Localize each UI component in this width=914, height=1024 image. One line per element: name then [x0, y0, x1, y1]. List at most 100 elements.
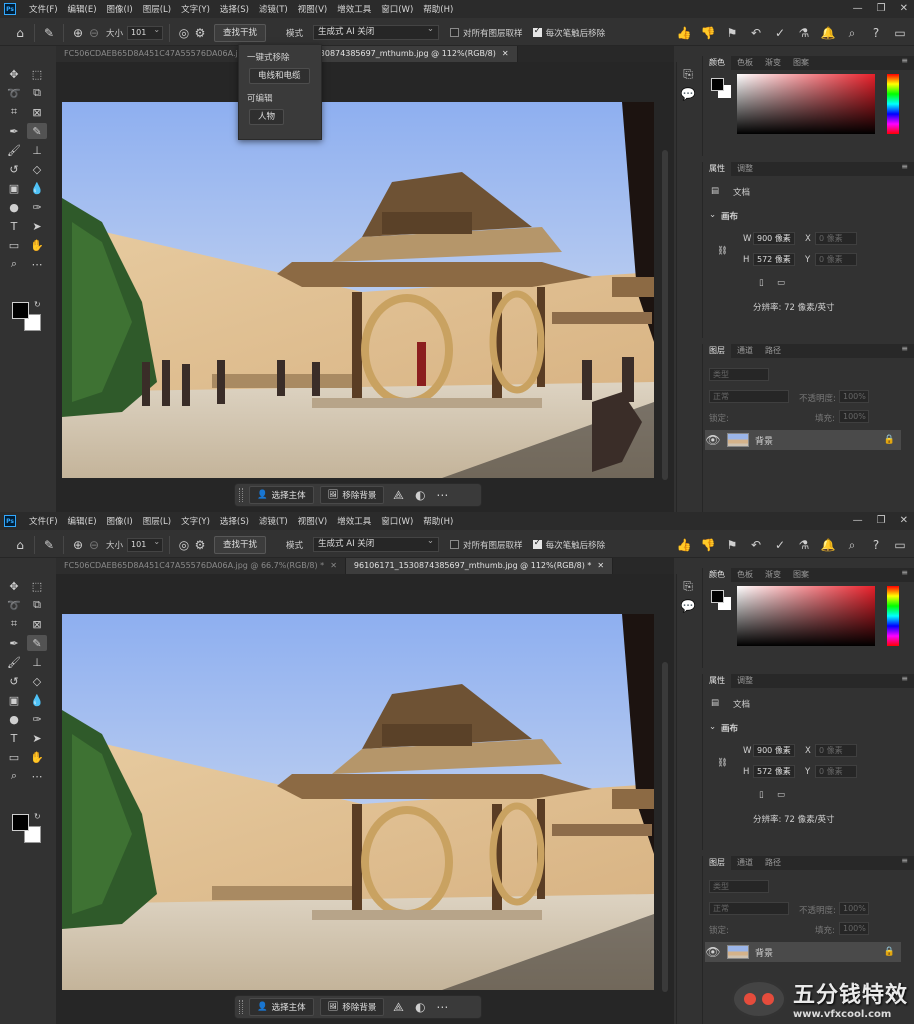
- x-field[interactable]: 0 像素: [815, 744, 857, 757]
- gradient-tool-icon[interactable]: ▣: [4, 180, 24, 196]
- width-field[interactable]: 900 像素: [753, 232, 795, 245]
- tab-layers[interactable]: 图层: [703, 344, 731, 358]
- tab-close-icon[interactable]: ✕: [597, 561, 604, 570]
- tab-adjustments[interactable]: 调整: [731, 674, 759, 688]
- tab-patterns[interactable]: 图案: [787, 568, 815, 582]
- color-picker-field[interactable]: [737, 586, 875, 646]
- find-distractions-button[interactable]: 查找干扰: [214, 535, 267, 554]
- tab-document-1[interactable]: FC506CDAEB65D8A451C47A55576DA06A.jpg: [56, 46, 257, 62]
- hue-slider[interactable]: [887, 74, 899, 134]
- menu-view[interactable]: 视图(V): [293, 515, 332, 527]
- brush-tool-icon[interactable]: 🖌: [4, 654, 24, 670]
- menu-layer[interactable]: 图层(L): [138, 3, 176, 15]
- fg-color-mini[interactable]: [711, 590, 724, 603]
- vertical-scrollbar[interactable]: [662, 150, 668, 480]
- lasso-tool-icon[interactable]: ➰: [4, 597, 24, 613]
- bell-icon[interactable]: 🔔: [820, 25, 836, 41]
- workspace-icon[interactable]: ▭: [892, 537, 908, 553]
- checkbox-box[interactable]: [450, 28, 460, 37]
- stamp-tool-icon[interactable]: ⊥: [27, 142, 47, 158]
- help-icon[interactable]: ?: [868, 25, 884, 41]
- flag-icon[interactable]: ⚑: [724, 537, 740, 553]
- tab-adjustments[interactable]: 调整: [731, 162, 759, 176]
- opacity-field[interactable]: 100%: [839, 902, 869, 915]
- object-select-tool-icon[interactable]: ⧉: [27, 597, 47, 613]
- settings-gear-icon[interactable]: ⚙: [192, 25, 208, 41]
- tab-channels[interactable]: 通道: [731, 856, 759, 870]
- search-icon[interactable]: ⌕: [844, 537, 860, 553]
- y-field[interactable]: 0 像素: [815, 765, 857, 778]
- menu-edit[interactable]: 编辑(E): [63, 515, 102, 527]
- fill-field[interactable]: 100%: [839, 410, 869, 423]
- menu-type[interactable]: 文字(Y): [176, 515, 215, 527]
- layer-row-background[interactable]: 👁 背景 🔒: [705, 430, 901, 450]
- comments-icon[interactable]: 💬: [680, 86, 696, 102]
- size-input[interactable]: 101: [127, 536, 164, 552]
- vertical-scrollbar[interactable]: [662, 662, 668, 992]
- path-select-tool-icon[interactable]: ➤: [27, 730, 47, 746]
- shape-tool-icon[interactable]: ▭: [4, 237, 24, 253]
- flask-icon[interactable]: ⚗: [796, 537, 812, 553]
- tab-gradients[interactable]: 渐变: [759, 56, 787, 70]
- swap-colors-icon[interactable]: ↻: [34, 300, 41, 309]
- panel-menu-icon[interactable]: ≡: [901, 344, 908, 353]
- adjust-icon[interactable]: ◐: [412, 487, 428, 503]
- history-icon[interactable]: ⎘: [680, 66, 696, 82]
- canvas-chevron-icon[interactable]: ⌄: [709, 722, 716, 732]
- menu-select[interactable]: 选择(S): [215, 515, 254, 527]
- object-select-tool-icon[interactable]: ⧉: [27, 85, 47, 101]
- marquee-tool-icon[interactable]: ⬚: [27, 66, 47, 82]
- fill-field[interactable]: 100%: [839, 922, 869, 935]
- width-field[interactable]: 900 像素: [753, 744, 795, 757]
- photoshop-logo-icon[interactable]: Ps: [4, 515, 16, 527]
- pressure-icon[interactable]: ◎: [176, 25, 192, 41]
- visibility-eye-icon[interactable]: 👁: [705, 432, 721, 448]
- tab-swatches[interactable]: 色板: [731, 56, 759, 70]
- brush-tool-icon[interactable]: 🖌: [4, 142, 24, 158]
- transform-icon[interactable]: ⟁: [390, 999, 406, 1015]
- menu-filter[interactable]: 滤镜(T): [254, 3, 293, 15]
- landscape-orientation-icon[interactable]: ▭: [777, 278, 785, 288]
- commit-check-icon[interactable]: ✓: [772, 537, 788, 553]
- gradient-tool-icon[interactable]: ▣: [4, 692, 24, 708]
- transform-icon[interactable]: ⟁: [390, 487, 406, 503]
- remove-after-stroke-checkbox[interactable]: 每次笔触后移除: [532, 26, 605, 39]
- menu-plugins[interactable]: 增效工具: [332, 515, 376, 527]
- x-field[interactable]: 0 像素: [815, 232, 857, 245]
- panel-menu-icon[interactable]: ≡: [901, 856, 908, 865]
- tab-patterns[interactable]: 图案: [787, 56, 815, 70]
- panel-menu-icon[interactable]: ≡: [901, 568, 908, 577]
- eyedropper-tool-icon[interactable]: ✒: [4, 123, 24, 139]
- stamp-tool-icon[interactable]: ⊥: [27, 654, 47, 670]
- zoom-tool-icon[interactable]: ⌕: [4, 256, 24, 272]
- people-option[interactable]: 人物: [249, 109, 285, 125]
- hand-tool-icon[interactable]: ✋: [27, 237, 47, 253]
- comments-icon[interactable]: 💬: [680, 598, 696, 614]
- menu-view[interactable]: 视图(V): [293, 3, 332, 15]
- canvas-chevron-icon[interactable]: ⌄: [709, 210, 716, 220]
- find-distractions-button[interactable]: 查找干扰: [214, 23, 267, 42]
- home-icon[interactable]: ⌂: [12, 25, 28, 41]
- link-icon[interactable]: ⛓: [717, 758, 728, 768]
- blur-tool-icon[interactable]: 💧: [27, 180, 47, 196]
- remove-tool-icon[interactable]: ✎: [41, 25, 57, 41]
- dodge-tool-icon[interactable]: ●: [4, 199, 24, 215]
- tab-properties[interactable]: 属性: [703, 162, 731, 176]
- layer-kind-filter[interactable]: 类型: [709, 368, 769, 381]
- foreground-color-swatch[interactable]: [12, 302, 29, 319]
- select-subject-button[interactable]: 👤 选择主体: [249, 998, 314, 1016]
- menu-window[interactable]: 窗口(W): [376, 3, 418, 15]
- shape-tool-icon[interactable]: ▭: [4, 749, 24, 765]
- minimize-icon[interactable]: —: [853, 515, 863, 526]
- maximize-icon[interactable]: ❐: [877, 3, 886, 14]
- y-field[interactable]: 0 像素: [815, 253, 857, 266]
- pen-tool-icon[interactable]: ✑: [27, 711, 47, 727]
- tab-close-icon[interactable]: ✕: [330, 561, 337, 570]
- menu-select[interactable]: 选择(S): [215, 3, 254, 15]
- mode-select[interactable]: 生成式 AI 关闭: [313, 23, 440, 40]
- menu-file[interactable]: 文件(F): [24, 515, 63, 527]
- remove-background-button[interactable]: 🖼 移除背景: [319, 486, 385, 504]
- history-brush-icon[interactable]: ↺: [4, 161, 24, 177]
- layer-lock-icon[interactable]: 🔒: [884, 947, 895, 957]
- remove-tool-icon[interactable]: ✎: [27, 635, 47, 651]
